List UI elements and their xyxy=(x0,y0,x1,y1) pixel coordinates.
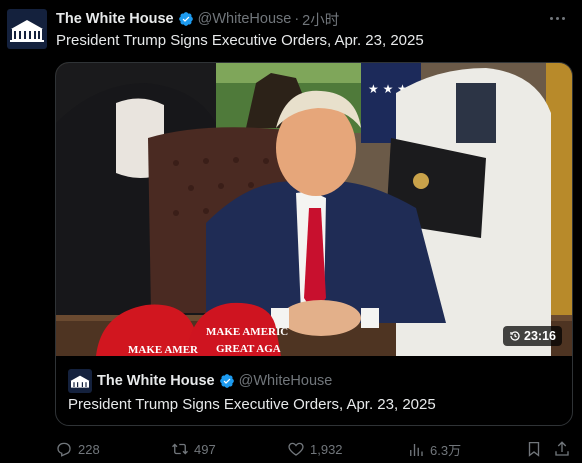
replay-clock-icon xyxy=(510,331,520,341)
views-button[interactable]: 6.3万 xyxy=(407,440,461,459)
hat-text-2: MAKE AMERIC xyxy=(206,326,288,338)
tweet-header: The White House @WhiteHouse · 2小时 xyxy=(56,9,339,29)
more-dot-icon xyxy=(549,16,553,20)
views-bar-chart-icon xyxy=(410,443,423,456)
more-dot-icon xyxy=(555,16,559,20)
more-dot-icon xyxy=(561,16,565,20)
white-house-logo-icon xyxy=(70,375,90,388)
video-frame-image: ★ ★ ★ MAKE AMER MAKE AMERIC GREAT AGA xyxy=(56,63,572,356)
heart-icon xyxy=(288,442,304,456)
author-handle[interactable]: @WhiteHouse xyxy=(198,11,292,27)
quoted-author-name: The White House xyxy=(97,373,215,389)
video-duration: 23:16 xyxy=(524,329,556,343)
repost-count: 497 xyxy=(194,441,216,457)
quoted-tweet-header: The White House @WhiteHouse xyxy=(68,369,332,393)
repost-button[interactable]: 497 xyxy=(171,440,216,458)
more-options-button[interactable] xyxy=(546,9,568,27)
tweet-action-bar: 228 497 1,932 6.3万 xyxy=(55,440,573,460)
quoted-tweet-text: President Trump Signs Executive Orders, … xyxy=(68,396,436,413)
bookmark-icon xyxy=(528,441,540,457)
post-time[interactable]: 2小时 xyxy=(302,9,339,30)
white-house-logo-icon xyxy=(10,20,44,42)
hat-text-1: MAKE AMER xyxy=(128,344,199,356)
verified-badge-icon xyxy=(219,373,235,389)
views-count: 6.3万 xyxy=(430,443,462,458)
quoted-tweet-card[interactable]: ★ ★ ★ MAKE AMER MAKE AMERIC GREAT AGA 23… xyxy=(55,62,573,426)
hat-text-3: GREAT AGA xyxy=(216,343,281,355)
reply-icon xyxy=(57,442,71,457)
video-thumbnail[interactable]: ★ ★ ★ MAKE AMER MAKE AMERIC GREAT AGA 23… xyxy=(56,63,572,356)
bookmark-button[interactable] xyxy=(525,440,543,458)
share-button[interactable] xyxy=(553,440,571,458)
reply-button[interactable]: 228 xyxy=(55,440,100,458)
author-avatar[interactable] xyxy=(7,9,47,49)
tweet-text: President Trump Signs Executive Orders, … xyxy=(56,32,424,49)
video-duration-badge: 23:16 xyxy=(503,326,562,346)
quoted-author-avatar xyxy=(68,369,92,393)
separator-dot: · xyxy=(294,11,300,27)
share-upload-icon xyxy=(555,441,569,456)
like-count: 1,932 xyxy=(310,441,343,457)
repost-icon xyxy=(172,443,188,455)
reply-count: 228 xyxy=(78,441,100,457)
like-button[interactable]: 1,932 xyxy=(287,440,343,458)
quoted-author-handle: @WhiteHouse xyxy=(238,373,333,389)
author-name[interactable]: The White House xyxy=(56,11,174,27)
verified-badge-icon xyxy=(178,11,194,27)
